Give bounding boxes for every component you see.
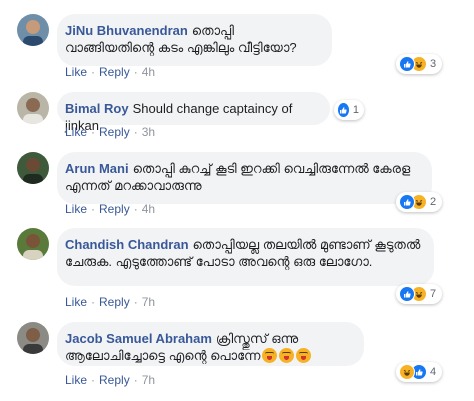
comment-actions: Like · Reply · 7h [65,373,155,387]
like-icon [337,102,350,118]
comment-actions: Like · Reply · 7h [65,295,155,309]
timestamp[interactable]: 7h [142,295,155,309]
timestamp[interactable]: 4h [142,202,155,216]
like-icon [399,286,415,302]
reaction-summary[interactable]: 1 [334,100,364,120]
separator: · [91,125,96,139]
reaction-summary[interactable]: 7 [396,284,442,304]
reaction-summary[interactable]: 3 [396,54,442,74]
tongue-out-emoji [262,348,278,363]
separator: · [91,65,96,79]
separator: · [91,295,96,309]
timestamp[interactable]: 7h [142,373,155,387]
reaction-count: 1 [352,104,359,116]
separator: · [133,65,138,79]
avatar[interactable] [17,322,49,354]
reaction-count: 3 [430,58,437,70]
timestamp[interactable]: 4h [142,65,155,79]
like-link[interactable]: Like [65,202,87,216]
reaction-count: 4 [430,366,437,378]
tongue-out-emoji [279,348,295,363]
separator: · [91,202,96,216]
separator: · [133,125,138,139]
timestamp[interactable]: 3h [142,125,155,139]
reaction-count: 7 [430,288,437,300]
comment-author[interactable]: Chandish Chandran [65,237,189,252]
reply-link[interactable]: Reply [99,125,130,139]
reply-link[interactable]: Reply [99,202,130,216]
comment-bubble: Bimal Roy Should change captaincy of jink… [57,92,330,133]
comment-bubble: JiNu Bhuvanendran തൊപ്പി വാങ്ങിയതിന്റെ കട… [57,14,332,66]
like-link[interactable]: Like [65,65,87,79]
comment-bubble: Jacob Samuel Abraham ക്രിസ്തുസ് ഒന്നു ആലോ… [57,322,364,366]
tongue-out-emoji [296,348,312,363]
avatar[interactable] [17,92,49,124]
comment-author[interactable]: Arun Mani [65,161,129,176]
separator: · [133,202,138,216]
avatar[interactable] [17,152,49,184]
comment-bubble: Chandish Chandran തൊപ്പിയല്ല തലയിൽ മുണ്ടാ… [57,228,434,286]
like-link[interactable]: Like [65,295,87,309]
comment-author[interactable]: JiNu Bhuvanendran [65,23,188,38]
haha-icon [399,364,415,380]
reply-link[interactable]: Reply [99,373,130,387]
separator: · [91,373,96,387]
like-icon [399,56,415,72]
comment-actions: Like · Reply · 4h [65,65,155,79]
like-link[interactable]: Like [65,373,87,387]
reply-link[interactable]: Reply [99,295,130,309]
comment-actions: Like · Reply · 3h [65,125,155,139]
comment-bubble: Arun Mani തൊപ്പി കുറച്ച് കൂടി ഇറക്കി വെച്… [57,152,432,204]
reply-link[interactable]: Reply [99,65,130,79]
reaction-count: 2 [430,196,437,208]
comment-author[interactable]: Jacob Samuel Abraham [65,331,212,346]
comment-actions: Like · Reply · 4h [65,202,155,216]
separator: · [133,373,138,387]
reaction-summary[interactable]: 4 [396,362,442,382]
like-icon [399,194,415,210]
separator: · [133,295,138,309]
reaction-summary[interactable]: 2 [396,192,442,212]
like-link[interactable]: Like [65,125,87,139]
avatar[interactable] [17,228,49,260]
avatar[interactable] [17,14,49,46]
comment-author[interactable]: Bimal Roy [65,101,129,116]
